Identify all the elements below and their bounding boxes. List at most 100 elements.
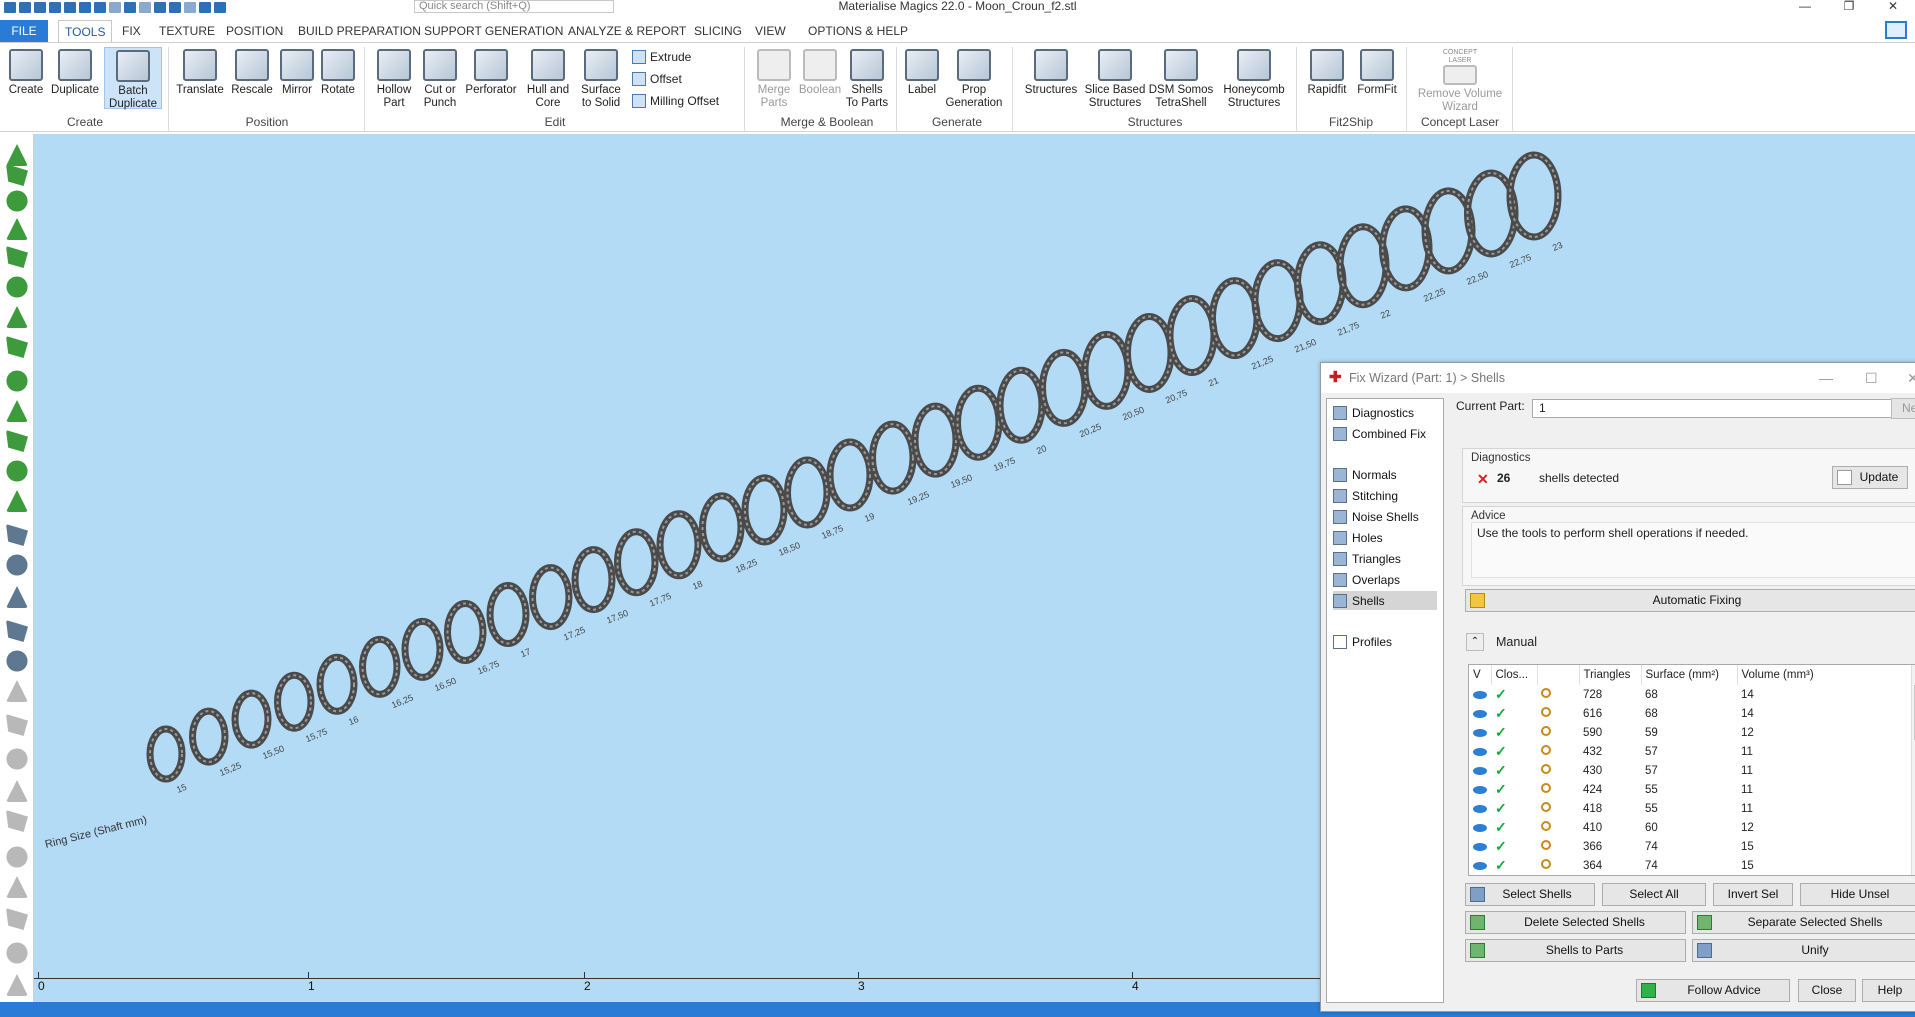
table-row[interactable]: ✓ 728 68 14 — [1469, 685, 1911, 704]
tab-options-help[interactable]: OPTIONS & HELP — [802, 20, 914, 42]
inspect-magnifier-icon[interactable] — [1537, 799, 1579, 818]
delete-selected-shells-button[interactable]: Delete Selected Shells — [1465, 911, 1686, 934]
rotate-button[interactable]: Rotate — [318, 49, 358, 97]
ring-model[interactable] — [1039, 348, 1089, 427]
ring-model[interactable] — [1209, 277, 1261, 360]
ring-model[interactable] — [869, 420, 917, 495]
dialog-minimize-icon[interactable]: — — [1819, 363, 1833, 393]
tab-slicing[interactable]: SLICING — [688, 20, 748, 42]
structures-button[interactable]: Structures — [1020, 49, 1082, 97]
table-row[interactable]: ✓ 418 55 11 — [1469, 799, 1911, 818]
help-button[interactable]: Help — [1862, 979, 1915, 1002]
close-icon[interactable]: ✕ — [1871, 0, 1915, 12]
ring-model[interactable] — [316, 653, 358, 715]
update-button[interactable]: Update — [1832, 466, 1908, 489]
table-row[interactable]: ✓ 424 55 11 — [1469, 780, 1911, 799]
inspect-magnifier-icon[interactable] — [1537, 723, 1579, 742]
color-cube-icon[interactable] — [6, 650, 28, 672]
col-triangles[interactable]: Triangles — [1579, 665, 1642, 685]
dsm-somos-button[interactable]: DSM Somos TetraShell — [1148, 49, 1214, 110]
ring-model[interactable] — [741, 474, 788, 546]
col-closed[interactable]: Clos... — [1491, 665, 1538, 685]
tab-position[interactable]: POSITION — [220, 20, 289, 42]
dialog-maximize-icon[interactable]: ☐ — [1865, 363, 1878, 393]
triangle-b-icon[interactable] — [6, 876, 28, 898]
mirror-button[interactable]: Mirror — [276, 49, 318, 97]
ring-model[interactable] — [1081, 330, 1132, 410]
fill-icon[interactable] — [6, 490, 28, 512]
nav-overlaps[interactable]: Overlaps — [1333, 570, 1437, 589]
nav-shells[interactable]: Shells — [1333, 591, 1437, 610]
cube-view-icon[interactable] — [6, 554, 28, 576]
col-volume[interactable]: Volume (mm³) — [1737, 665, 1912, 685]
sphere-icon[interactable] — [6, 400, 28, 422]
ring-model[interactable] — [1251, 259, 1304, 343]
close-button[interactable]: Close — [1798, 979, 1856, 1002]
duplicate-button[interactable]: Duplicate — [50, 49, 100, 97]
ring-model[interactable] — [1124, 312, 1175, 393]
separate-selected-shells-button[interactable]: Separate Selected Shells — [1692, 911, 1915, 934]
formfit-button[interactable]: FormFit — [1354, 49, 1400, 97]
milling-offset-button[interactable]: Milling Offset — [632, 94, 719, 108]
visible-eye-icon[interactable] — [1469, 856, 1491, 875]
follow-advice-button[interactable]: Follow Advice — [1636, 979, 1790, 1002]
nav-combined-fix[interactable]: Combined Fix — [1333, 424, 1437, 443]
hide-unselected-button[interactable]: Hide Unsel — [1800, 883, 1915, 906]
shells-to-parts-ribbon-button[interactable]: Shells To Parts — [844, 49, 890, 110]
label-button[interactable]: Label — [902, 49, 942, 97]
ring-model[interactable] — [486, 582, 530, 647]
layout-switch-icon[interactable] — [1885, 21, 1907, 39]
nav-noise-shells[interactable]: Noise Shells — [1333, 507, 1437, 526]
hull-core-button[interactable]: Hull and Core — [522, 49, 574, 110]
collapse-icon[interactable]: ⌃ — [1466, 633, 1484, 651]
inspect-magnifier-icon[interactable] — [1537, 761, 1579, 780]
inspect-magnifier-icon[interactable] — [1537, 685, 1579, 704]
arrow-a-icon[interactable] — [6, 714, 28, 736]
extrude-button[interactable]: Extrude — [632, 50, 691, 64]
gray-cube-icon[interactable] — [6, 680, 28, 702]
ring-model[interactable] — [954, 384, 1003, 461]
visible-eye-icon[interactable] — [1469, 761, 1491, 780]
fix-wizard-titlebar[interactable]: ✚ Fix Wizard (Part: 1) > Shells — ☐ ✕ — [1321, 363, 1915, 393]
nav-triangles[interactable]: Triangles — [1333, 549, 1437, 568]
table-row[interactable]: ✓ 410 60 12 — [1469, 818, 1911, 837]
ring-model[interactable] — [826, 438, 874, 512]
ring-model[interactable] — [1336, 223, 1390, 309]
cut-punch-button[interactable]: Cut or Punch — [420, 49, 460, 110]
boolean-button[interactable]: Boolean — [796, 49, 844, 97]
polyline-select-icon[interactable] — [6, 276, 28, 298]
visible-eye-icon[interactable] — [1469, 685, 1491, 704]
hollow-part-button[interactable]: Hollow Part — [370, 49, 418, 110]
inspect-magnifier-icon[interactable] — [1537, 856, 1579, 875]
remove-volume-wizard-button[interactable]: CONCEPT LASER Remove Volume Wizard — [1412, 49, 1508, 114]
batch-duplicate-button[interactable]: Batch Duplicate — [104, 47, 162, 110]
ring-model[interactable] — [444, 599, 487, 664]
arrow-c-icon[interactable] — [6, 780, 28, 802]
triangle-gray-icon[interactable] — [6, 846, 28, 868]
ring-model[interactable] — [1506, 151, 1562, 241]
box-select-icon[interactable] — [6, 246, 28, 268]
col-inspect[interactable] — [1537, 665, 1580, 685]
shell-select-icon[interactable] — [6, 218, 28, 240]
triangle-select-icon[interactable] — [6, 144, 28, 166]
table-scrollbar[interactable] — [1911, 665, 1915, 875]
ring-model[interactable] — [571, 546, 616, 614]
unify-button[interactable]: Unify — [1692, 939, 1915, 962]
tab-view[interactable]: VIEW — [749, 20, 792, 42]
visible-eye-icon[interactable] — [1469, 818, 1491, 837]
tab-tools[interactable]: TOOLS — [58, 20, 113, 42]
visible-eye-icon[interactable] — [1469, 780, 1491, 799]
ring-model[interactable] — [1379, 205, 1433, 292]
triangle-green-icon[interactable] — [6, 810, 28, 832]
ring-model[interactable] — [529, 564, 573, 631]
inspect-magnifier-icon[interactable] — [1537, 837, 1579, 856]
table-row[interactable]: ✓ 430 57 11 — [1469, 761, 1911, 780]
wireframe-icon[interactable] — [6, 524, 28, 546]
nav-holes[interactable]: Holes — [1333, 528, 1437, 547]
tab-fix[interactable]: FIX — [116, 20, 147, 42]
curve-select-icon[interactable] — [6, 306, 28, 328]
col-visible[interactable]: V — [1469, 665, 1492, 685]
ring-model[interactable] — [784, 456, 831, 529]
tab-file[interactable]: FILE — [0, 20, 48, 42]
visible-eye-icon[interactable] — [1469, 742, 1491, 761]
